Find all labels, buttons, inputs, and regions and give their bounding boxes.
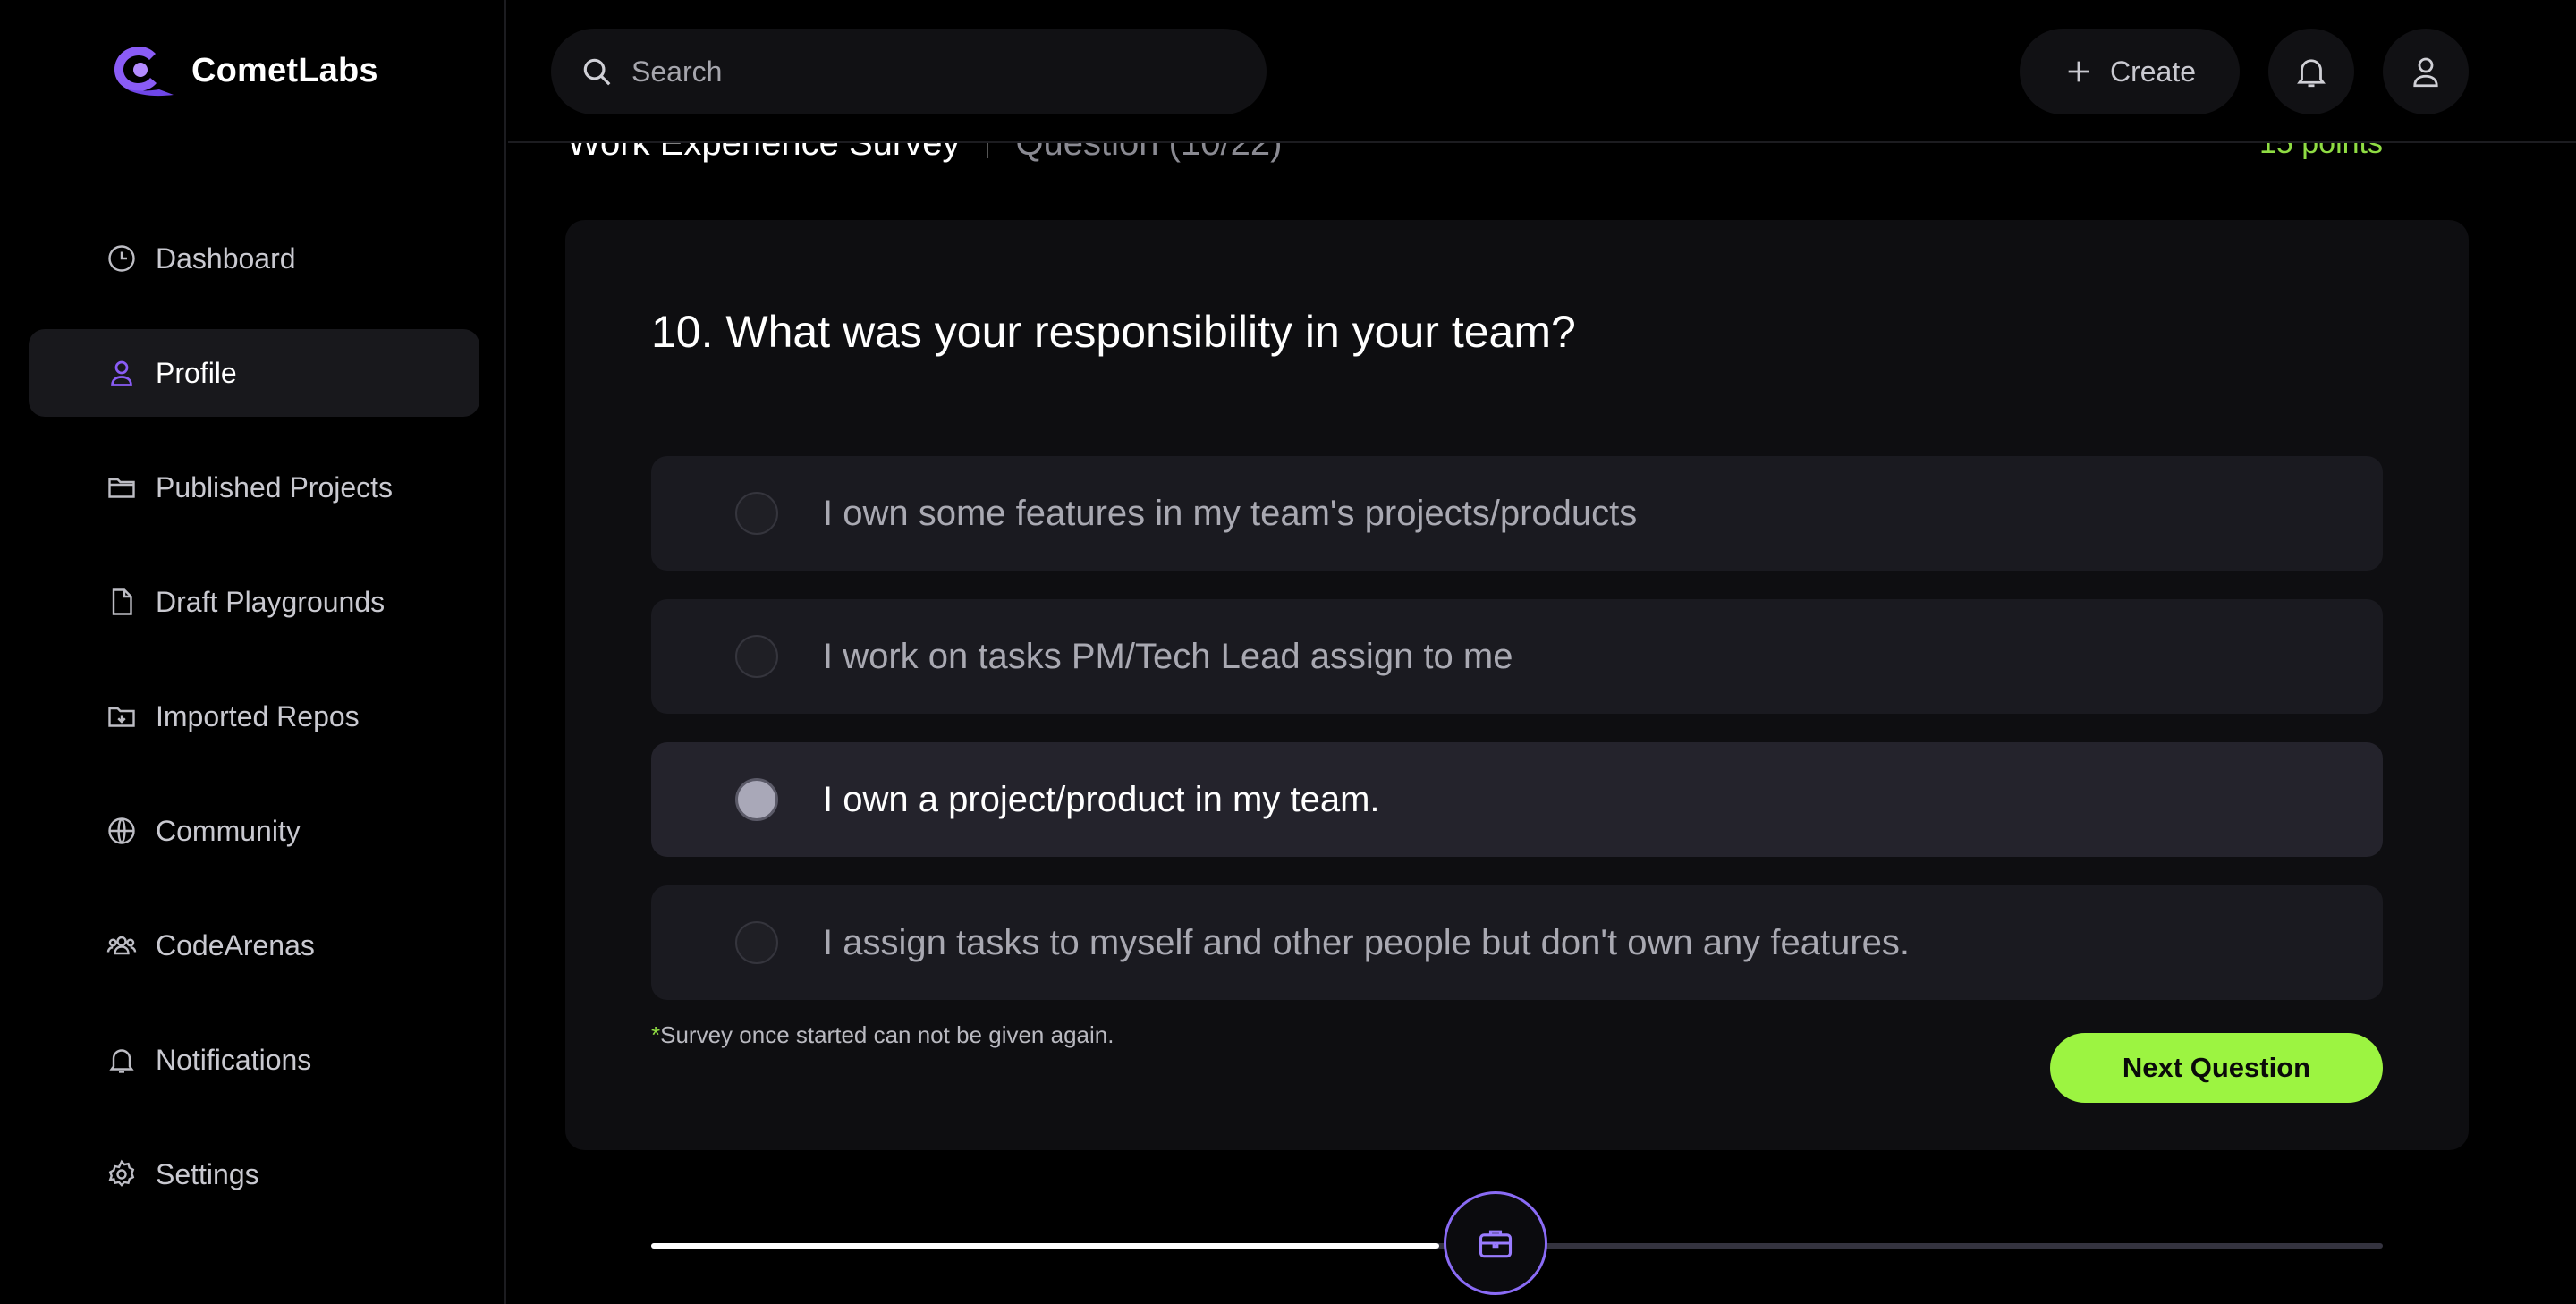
brand[interactable]: CometLabs [106,41,378,100]
gear-icon [108,1159,135,1187]
bell-icon [109,1049,134,1073]
sidebar-item-label: Settings [156,1157,259,1190]
sidebar-item-settings[interactable]: Settings [29,1130,479,1218]
sidebar-item-label: Notifications [156,1043,312,1076]
progress-marker [1444,1191,1547,1295]
user-icon [111,360,132,386]
sidebar-item-community[interactable]: Community [29,787,479,875]
sidebar-item-label: Community [156,814,301,847]
create-button[interactable]: Create [2020,29,2240,114]
sidebar-item-dashboard[interactable]: Dashboard [29,215,479,302]
bell-icon [2297,59,2326,88]
next-question-button[interactable]: Next Question [2050,1033,2383,1103]
plus-icon [2068,61,2089,82]
answer-option-label: I own a project/product in my team. [823,779,1380,819]
answer-option-label: I own some features in my team's project… [823,493,1638,533]
sidebar-item-imported-repos[interactable]: Imported Repos [29,673,479,760]
question-text: 10. What was your responsibility in your… [651,307,1576,357]
user-icon [2413,57,2438,88]
sidebar-item-profile[interactable]: Profile [29,329,479,417]
sidebar-item-notifications[interactable]: Notifications [29,1016,479,1104]
create-button-label: Create [2109,55,2197,88]
sidebar-item-label: Imported Repos [156,699,360,732]
answer-option[interactable]: I assign tasks to myself and other peopl… [651,885,2383,1000]
file-icon [112,588,132,615]
profile-button[interactable] [2383,29,2469,114]
top-bar: Create [508,0,2576,143]
briefcase-icon [1479,1230,1513,1258]
sidebar: CometLabs Dashboard Profile Published Pr… [0,0,506,1304]
sidebar-item-draft-playgrounds[interactable]: Draft Playgrounds [29,558,479,646]
search-box[interactable] [551,29,1267,114]
survey-progress-fill [651,1243,1439,1249]
answer-option-label: I work on tasks PM/Tech Lead assign to m… [823,636,1513,676]
question-card: 10. What was your responsibility in your… [565,220,2469,1150]
answer-option[interactable]: I work on tasks PM/Tech Lead assign to m… [651,599,2383,714]
answer-option-label: I assign tasks to myself and other peopl… [823,922,1911,962]
globe-icon [108,817,135,844]
sidebar-nav: Dashboard Profile Published Projects Dra… [29,215,479,1245]
folder-download-icon [108,707,135,727]
radio-button[interactable] [735,635,778,678]
survey-note: *Survey once started can not be given ag… [651,1021,1114,1049]
sidebar-item-published-projects[interactable]: Published Projects [29,444,479,531]
sidebar-item-label: Published Projects [156,470,394,504]
notifications-button[interactable] [2268,29,2354,114]
sidebar-item-label: CodeArenas [156,928,315,961]
sidebar-item-label: Draft Playgrounds [156,585,386,618]
required-asterisk: * [651,1021,661,1048]
users-icon [106,936,137,955]
search-icon [583,58,611,86]
radio-button[interactable] [735,921,778,964]
radio-button[interactable] [735,492,778,535]
brand-name: CometLabs [191,51,378,89]
answer-option-selected[interactable]: I own a project/product in my team. [651,742,2383,857]
radio-button-checked[interactable] [735,778,778,821]
survey-note-text: Survey once started can not be given aga… [660,1021,1114,1048]
search-input[interactable] [631,55,1168,89]
clock-icon [108,245,135,272]
sidebar-item-label: Dashboard [156,241,296,275]
cometlabs-logo-icon [114,47,174,97]
sidebar-item-codearenas[interactable]: CodeArenas [29,902,479,989]
folder-icon [108,478,135,498]
answer-option[interactable]: I own some features in my team's project… [651,456,2383,571]
sidebar-item-label: Profile [156,356,237,389]
